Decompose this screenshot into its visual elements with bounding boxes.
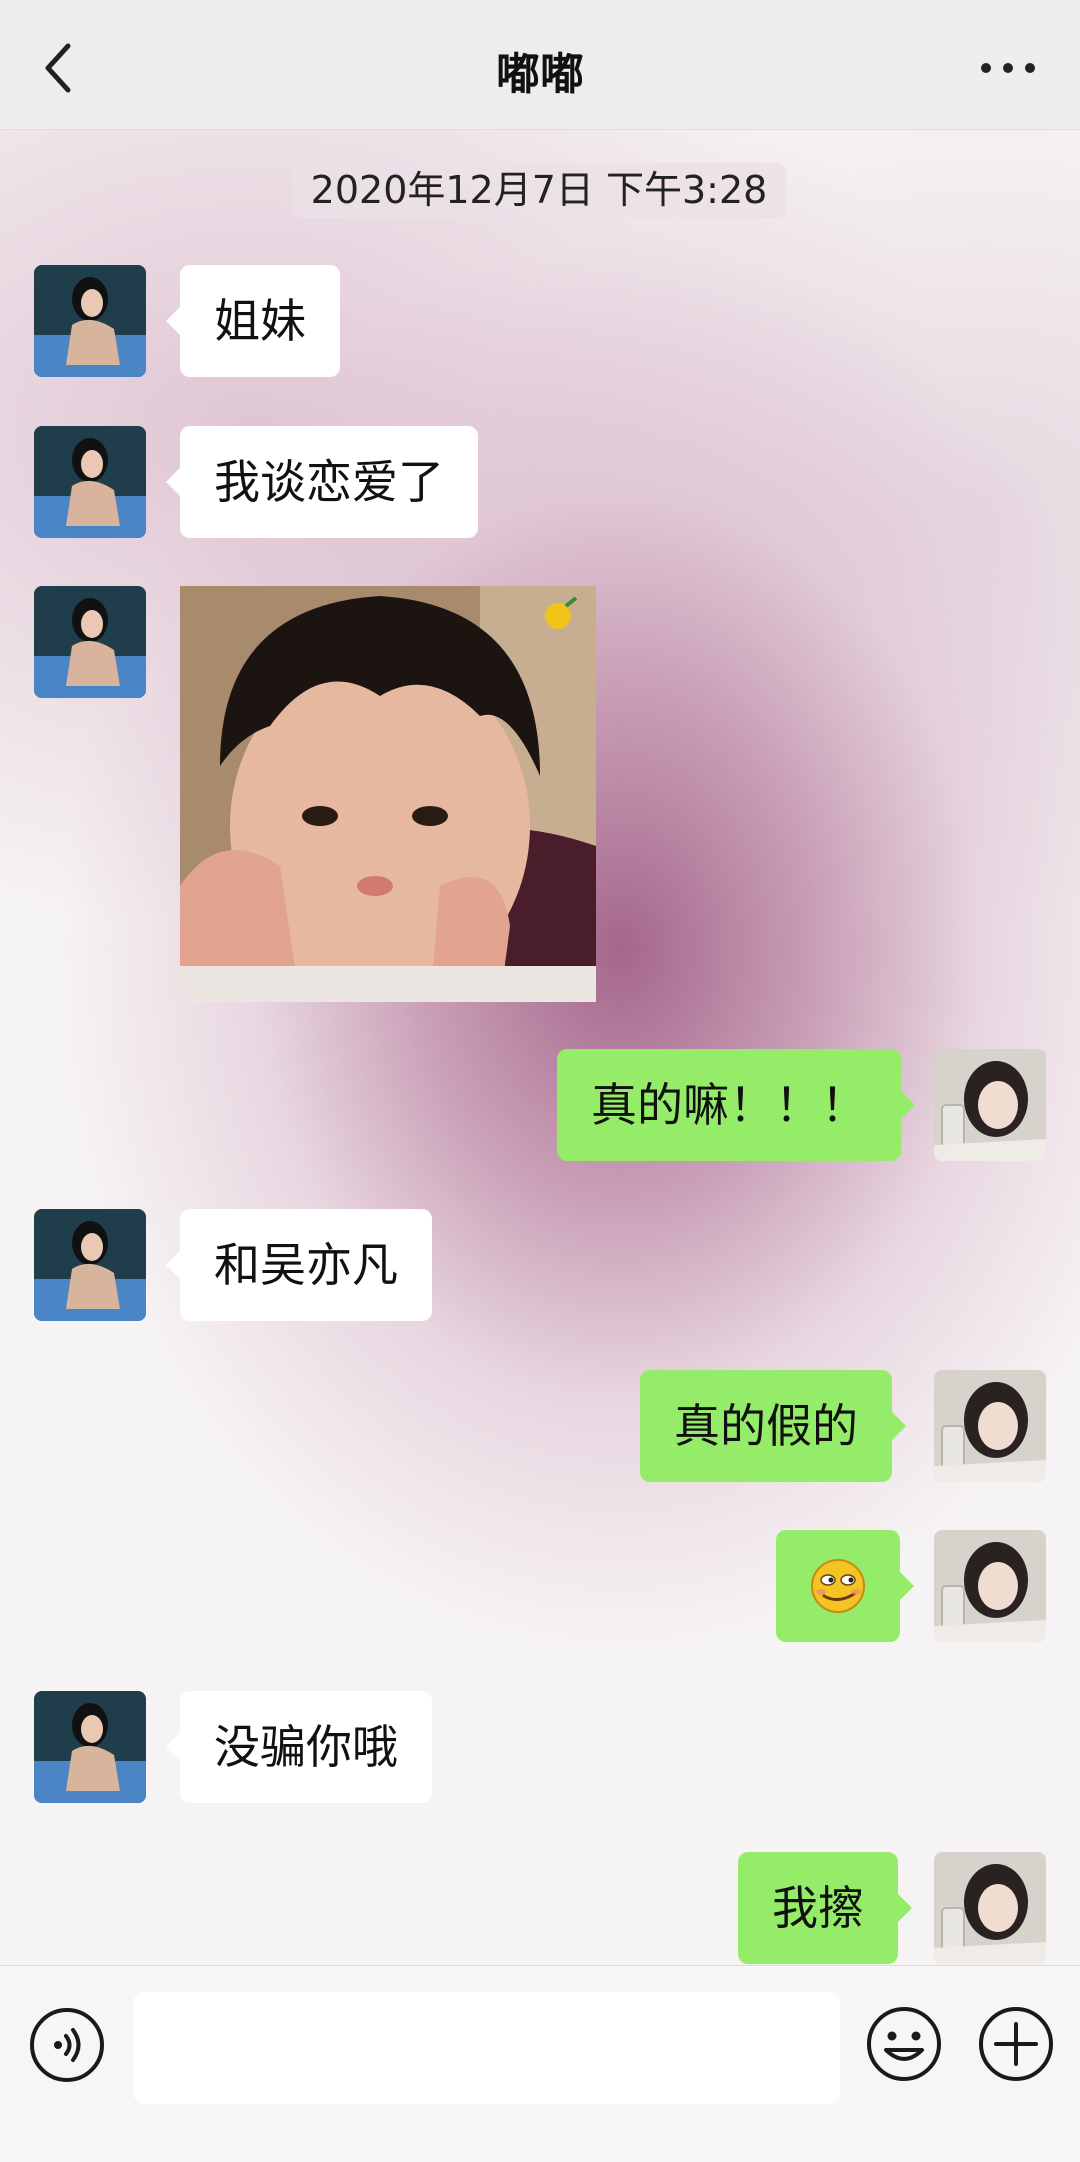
- avatar[interactable]: [934, 1370, 1046, 1482]
- smirk-emoji-icon: [811, 1559, 865, 1613]
- message-bubble-incoming[interactable]: 姐妹: [166, 265, 340, 377]
- message-bubble-incoming[interactable]: 和吴亦凡: [166, 1209, 432, 1321]
- message-bubble-incoming[interactable]: 我谈恋爱了: [166, 426, 478, 538]
- chat-background: [0, 129, 1080, 1965]
- photo-child-meme: [180, 586, 596, 1002]
- voice-icon[interactable]: [28, 2006, 106, 2084]
- avatar[interactable]: [34, 1691, 146, 1803]
- emoji-icon[interactable]: [864, 2004, 944, 2084]
- avatar[interactable]: [934, 1530, 1046, 1642]
- avatar[interactable]: [934, 1852, 1046, 1964]
- message-bubble-outgoing[interactable]: 真的假的: [640, 1370, 906, 1482]
- more-horizontal-icon[interactable]: [978, 42, 1038, 94]
- message-timestamp: 2020年12月7日 下午3:28: [292, 163, 786, 218]
- message-bubble-incoming[interactable]: 没骗你哦: [166, 1691, 432, 1803]
- avatar[interactable]: [34, 426, 146, 538]
- message-bubble-outgoing[interactable]: [776, 1530, 914, 1642]
- message-bubble-outgoing[interactable]: 我擦: [738, 1852, 912, 1964]
- input-bar: [0, 1965, 1080, 2162]
- avatar[interactable]: [934, 1049, 1046, 1161]
- plus-icon[interactable]: [976, 2004, 1056, 2084]
- avatar[interactable]: [34, 1209, 146, 1321]
- chat-title: 嘟嘟: [496, 49, 584, 100]
- message-bubble-outgoing[interactable]: 真的嘛！！！: [557, 1049, 915, 1161]
- image-message[interactable]: [180, 586, 596, 1002]
- message-input[interactable]: [134, 1992, 840, 2104]
- nav-bar: 嘟嘟: [0, 0, 1080, 130]
- avatar[interactable]: [34, 265, 146, 377]
- avatar[interactable]: [34, 586, 146, 698]
